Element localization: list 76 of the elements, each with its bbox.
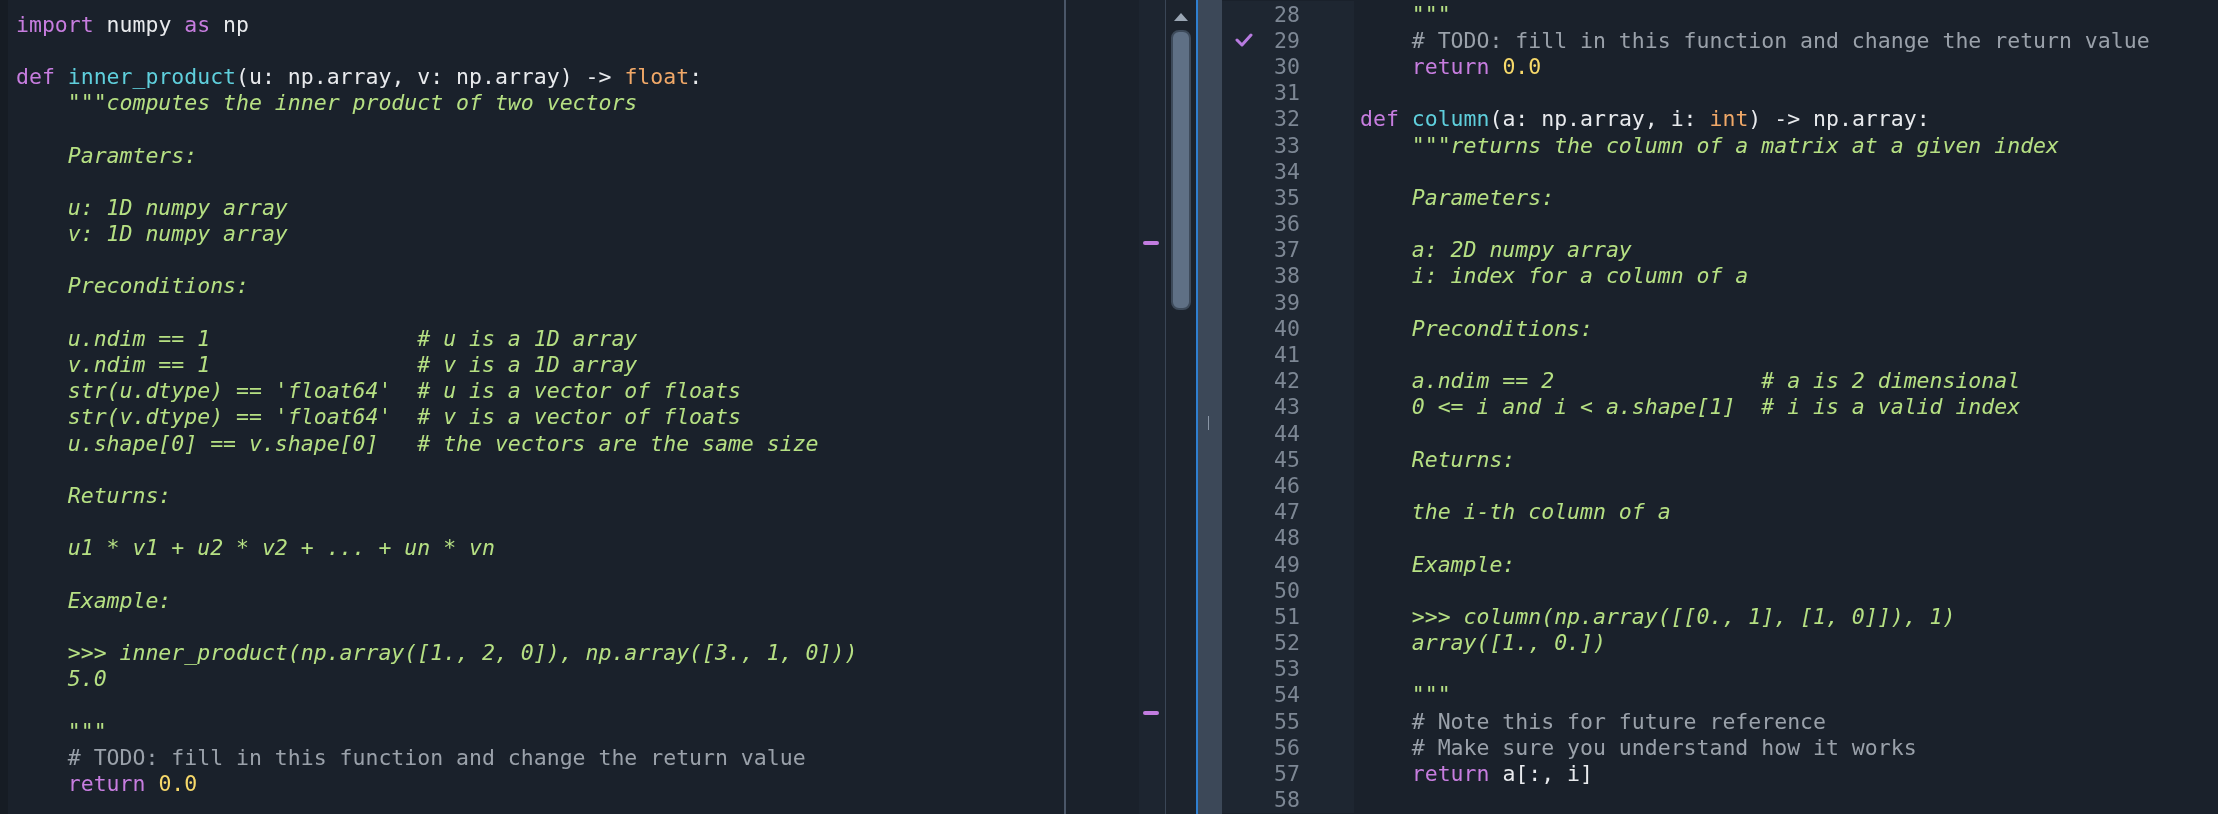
overview-mark	[1143, 711, 1159, 715]
line-number: 32	[1273, 106, 1300, 132]
line-number: 35	[1273, 184, 1300, 210]
code-line: u1 * v1 + u2 * v2 + ... + un * vn	[67, 535, 495, 561]
code-line: Preconditions:	[67, 273, 249, 299]
line-number: 40	[1273, 315, 1300, 341]
line-number: 28	[1273, 1, 1300, 27]
code-line: return 0.0	[1411, 53, 1542, 79]
line-number: 34	[1273, 158, 1300, 184]
line-number: 42	[1273, 368, 1300, 394]
code-line: # TODO: fill in this function and change the return value	[1411, 27, 2150, 53]
code-line: Preconditions:	[1411, 315, 1593, 341]
code-line: """	[1411, 682, 1451, 708]
code-line: import numpy as np	[16, 11, 249, 37]
code-line: 5.0	[67, 666, 107, 692]
code-line: >>> inner_product(np.array([1., 2, 0]), np.array([3., 1, 0]))	[67, 640, 858, 666]
line-number: 30	[1273, 53, 1300, 79]
code-line: Paramters:	[67, 142, 198, 168]
line-number: 29	[1273, 27, 1300, 53]
line-number: 47	[1273, 499, 1300, 525]
line-number: 43	[1273, 394, 1300, 420]
code-line: v: 1D numpy array	[67, 221, 288, 247]
line-number: 55	[1273, 708, 1300, 734]
code-line: """computes the inner product of two vectors	[67, 90, 638, 116]
line-number: 58	[1273, 787, 1300, 813]
line-number: 52	[1273, 630, 1300, 656]
line-number: 48	[1273, 525, 1300, 551]
scrollbar-thumb[interactable]	[1171, 30, 1191, 310]
code-line: Example:	[67, 587, 172, 613]
code-line: """	[67, 718, 107, 744]
line-number: 37	[1273, 237, 1300, 263]
code-line: a.ndim == 2 # a is 2 dimensional	[1411, 368, 2021, 394]
code-line: the i-th column of a	[1411, 499, 1671, 525]
overview-mark	[1143, 241, 1159, 245]
code-line: Example:	[1411, 551, 1516, 577]
line-number: 45	[1273, 446, 1300, 472]
line-number: 46	[1273, 472, 1300, 498]
code-line: """	[1411, 1, 1451, 27]
code-line: # Make sure you understand how it works	[1411, 734, 1917, 760]
line-number: 50	[1273, 577, 1300, 603]
code-line: u.shape[0] == v.shape[0] # the vectors are the same size	[67, 430, 819, 456]
line-number: 53	[1273, 656, 1300, 682]
line-number: 44	[1273, 420, 1300, 446]
line-number: 31	[1273, 80, 1300, 106]
code-line: Returns:	[1411, 446, 1516, 472]
code-line: def inner_product(u: np.array, v: np.array) -> float:	[16, 63, 703, 89]
code-line: str(v.dtype) == 'float64' # v is a vector of floats	[67, 404, 741, 430]
code-line: return 0.0	[67, 771, 198, 797]
code-line: def column(a: np.array, i: int) -> np.array:	[1360, 106, 1930, 132]
line-number: 57	[1273, 761, 1300, 787]
code-line: array([1., 0.])	[1411, 630, 1606, 656]
line-number: 39	[1273, 289, 1300, 315]
code-line: 0 <= i and i < a.shape[1] # i is a valid index	[1411, 394, 2021, 420]
code-line: # TODO: fill in this function and change the return value	[67, 744, 806, 770]
line-number: 36	[1273, 211, 1300, 237]
code-line: u.ndim == 1 # u is a 1D array	[67, 325, 638, 351]
line-number: 56	[1273, 734, 1300, 760]
code-line: a: 2D numpy array	[1411, 237, 1632, 263]
pane-splitter[interactable]	[1198, 0, 1222, 814]
code-line: i: index for a column of a	[1411, 263, 1749, 289]
line-number: 33	[1273, 132, 1300, 158]
code-line: return a[:, i]	[1411, 761, 1593, 787]
line-number: 49	[1273, 551, 1300, 577]
code-line: # Note this for future reference	[1411, 708, 1826, 734]
line-number: 54	[1273, 682, 1300, 708]
code-line: v.ndim == 1 # v is a 1D array	[67, 352, 638, 378]
code-line: >>> column(np.array([[0., 1], [1, 0]]), 1)	[1411, 603, 1956, 629]
line-number: 41	[1273, 342, 1300, 368]
code-line: u: 1D numpy array	[67, 194, 288, 220]
code-line: str(u.dtype) == 'float64' # u is a vector of floats	[67, 378, 741, 404]
code-line: Returns:	[67, 482, 172, 508]
line-number: 51	[1273, 603, 1300, 629]
scroll-up-arrow-icon[interactable]	[1173, 12, 1189, 22]
code-line: Parameters:	[1411, 184, 1555, 210]
line-number: 38	[1273, 263, 1300, 289]
code-line: """returns the column of a matrix at a given index	[1411, 132, 2059, 158]
